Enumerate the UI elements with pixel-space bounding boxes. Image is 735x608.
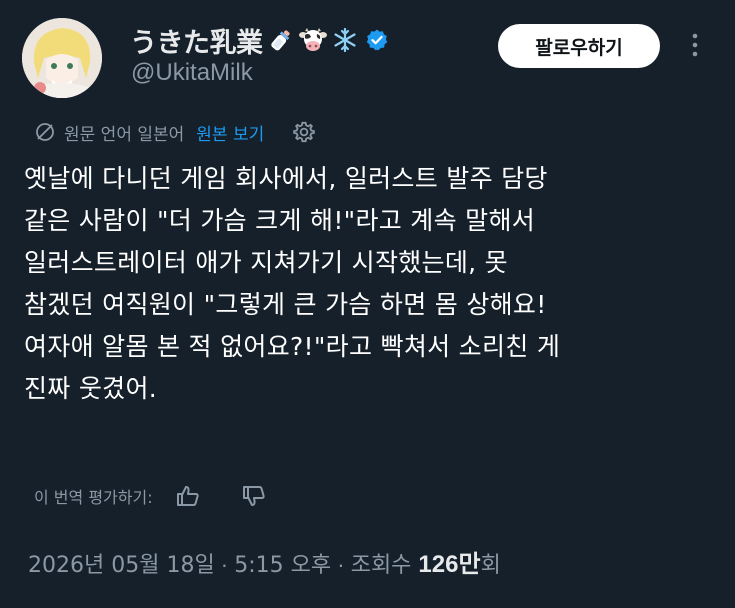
gear-icon[interactable] [292,120,316,144]
thumbs-down-icon[interactable] [241,483,267,509]
meta-separator: · [214,552,235,577]
views-label: 조회수 [350,553,419,578]
thumbs-up-icon[interactable] [175,483,201,509]
baby-bottle-icon [267,26,295,54]
rate-translation-label: 이 번역 평가하기: [34,488,153,507]
author-handle[interactable]: @UkitaMilk [131,59,253,87]
rate-translation-row: 이 번역 평가하기: [34,480,267,512]
avatar-image [22,18,102,98]
views-count: 126 [418,551,459,578]
snowflake-icon [331,26,359,54]
verified-badge-icon [363,26,391,54]
tweet-text: 옛날에 다니던 게임 회사에서, 일러스트 발주 담당 같은 사람이 "더 가슴… [24,164,561,403]
avatar[interactable] [22,18,102,98]
view-original-link[interactable]: 원본 보기 [196,120,264,145]
author-name-row[interactable]: うきた乳業 [130,21,391,60]
cow-icon [298,26,327,54]
views-unit: 만회 [458,544,500,579]
translate-icon [34,121,56,143]
more-options-icon[interactable] [680,30,710,60]
views-unit-primary: 만 [458,550,481,578]
tweet-meta-row: 2026년 05월 18일 · 5:15 오후 · 조회수 126 만회 [28,544,501,580]
translation-info-row: 원문 언어 일본어 원본 보기 [34,117,316,147]
meta-separator: · [331,552,351,577]
author-display-name[interactable]: うきた乳業 [130,21,263,60]
tweet-date[interactable]: 2026년 05월 18일 [28,547,215,579]
tweet-time[interactable]: 5:15 오후 [234,547,331,579]
translation-source-label: 원문 언어 일본어 [64,124,185,145]
follow-button[interactable]: 팔로우하기 [498,24,660,68]
views-unit-suffix: 회 [480,553,501,578]
